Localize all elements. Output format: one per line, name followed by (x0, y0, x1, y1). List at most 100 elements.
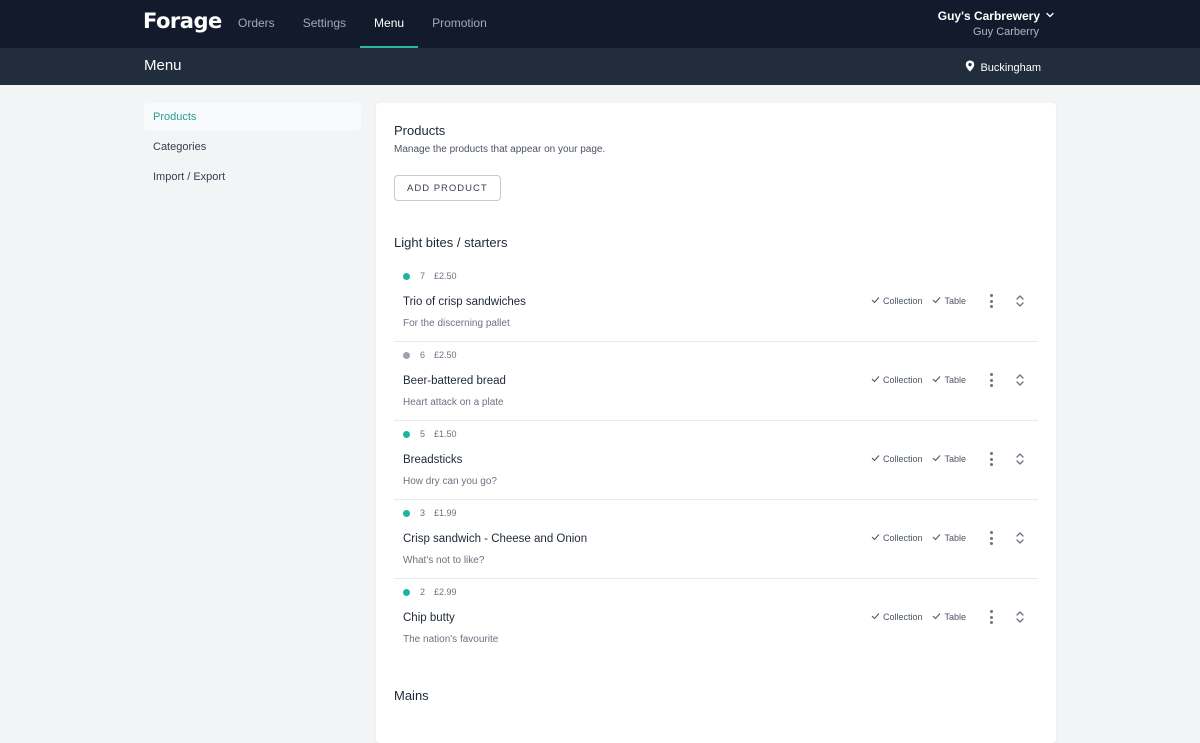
product-row[interactable]: 5 £1.50 Breadsticks How dry can you go? … (394, 421, 1038, 500)
check-icon (871, 296, 880, 306)
tag-table: Table (932, 612, 966, 622)
product-meta: 6 £2.50 (403, 350, 457, 360)
check-icon (871, 612, 880, 622)
status-dot-icon (403, 509, 410, 517)
tag-table: Table (932, 296, 966, 306)
location-pin-icon (965, 60, 975, 75)
more-options-icon[interactable] (984, 293, 998, 309)
reorder-handle-icon[interactable] (1012, 372, 1028, 388)
product-tags: Collection Table (871, 454, 966, 464)
tag-table: Table (932, 454, 966, 464)
more-options-icon[interactable] (984, 609, 998, 625)
product-tags: Collection Table (871, 296, 966, 306)
location-selector[interactable]: Buckingham (965, 60, 1041, 75)
product-tags: Collection Table (871, 612, 966, 622)
product-count: 5 (420, 429, 426, 439)
chevron-down-icon (1045, 9, 1055, 23)
product-row[interactable]: 6 £2.50 Beer-battered bread Heart attack… (394, 342, 1038, 421)
product-name: Breadsticks (403, 454, 463, 466)
more-options-icon[interactable] (984, 372, 998, 388)
tag-collection: Collection (871, 533, 923, 543)
check-icon (932, 612, 941, 622)
nav-promotion[interactable]: Promotion (418, 0, 501, 48)
product-count: 6 (420, 350, 426, 360)
tag-label: Table (944, 296, 966, 306)
product-description: For the discerning pallet (403, 318, 510, 329)
tag-collection: Collection (871, 375, 923, 385)
product-meta: 2 £2.99 (403, 587, 457, 597)
product-tags: Collection Table (871, 375, 966, 385)
product-price: £2.50 (434, 271, 457, 281)
sidebar: Products Categories Import / Export (144, 103, 361, 193)
nav-settings[interactable]: Settings (289, 0, 360, 48)
product-count: 3 (420, 508, 426, 518)
check-icon (871, 454, 880, 464)
product-meta: 5 £1.50 (403, 429, 457, 439)
tag-collection: Collection (871, 296, 923, 306)
status-dot-icon (403, 430, 410, 438)
top-navbar: Forage Orders Settings Menu Promotion Gu… (0, 0, 1200, 48)
products-title: Products (394, 123, 446, 138)
product-name: Beer-battered bread (403, 375, 506, 387)
product-name: Trio of crisp sandwiches (403, 296, 526, 308)
check-icon (932, 533, 941, 543)
products-subtitle: Manage the products that appear on your … (394, 144, 606, 155)
product-tags: Collection Table (871, 533, 966, 543)
tag-label: Collection (882, 375, 923, 385)
sidebar-item-categories[interactable]: Categories (144, 133, 361, 161)
nav-orders[interactable]: Orders (224, 0, 289, 48)
account-switcher[interactable]: Guy's Carbrewery Guy Carberry (938, 9, 1055, 38)
product-name: Crisp sandwich - Cheese and Onion (403, 533, 588, 545)
main-nav: Orders Settings Menu Promotion (224, 0, 501, 48)
product-meta: 3 £1.99 (403, 508, 457, 518)
product-description: How dry can you go? (403, 476, 497, 487)
product-list: 7 £2.50 Trio of crisp sandwiches For the… (394, 263, 1038, 658)
product-description: What's not to like? (403, 555, 485, 566)
tag-label: Collection (882, 533, 923, 543)
tag-label: Collection (882, 612, 923, 622)
check-icon (932, 454, 941, 464)
reorder-handle-icon[interactable] (1012, 293, 1028, 309)
product-meta: 7 £2.50 (403, 271, 457, 281)
products-card: Products Manage the products that appear… (376, 103, 1056, 743)
product-price: £1.99 (434, 508, 457, 518)
check-icon (932, 296, 941, 306)
account-business-row[interactable]: Guy's Carbrewery (938, 9, 1055, 23)
reorder-handle-icon[interactable] (1012, 530, 1028, 546)
check-icon (932, 375, 941, 385)
sidebar-item-import-export[interactable]: Import / Export (144, 163, 361, 191)
more-options-icon[interactable] (984, 451, 998, 467)
product-name: Chip butty (403, 612, 455, 624)
product-row[interactable]: 2 £2.99 Chip butty The nation's favourit… (394, 579, 1038, 658)
check-icon (871, 533, 880, 543)
tag-label: Collection (882, 296, 923, 306)
tag-label: Table (944, 612, 966, 622)
tag-table: Table (932, 533, 966, 543)
page-header: Menu Buckingham (0, 48, 1200, 85)
product-price: £2.50 (434, 350, 457, 360)
account-user-name: Guy Carberry (972, 26, 1039, 38)
more-options-icon[interactable] (984, 530, 998, 546)
product-count: 7 (420, 271, 426, 281)
product-description: The nation's favourite (403, 634, 499, 645)
add-product-button[interactable]: ADD PRODUCT (394, 175, 501, 201)
tag-table: Table (932, 375, 966, 385)
product-description: Heart attack on a plate (403, 397, 504, 408)
tag-label: Table (944, 533, 966, 543)
tag-label: Table (944, 454, 966, 464)
tag-label: Collection (882, 454, 923, 464)
reorder-handle-icon[interactable] (1012, 609, 1028, 625)
check-icon (871, 375, 880, 385)
nav-menu[interactable]: Menu (360, 0, 419, 48)
product-price: £2.99 (434, 587, 457, 597)
reorder-handle-icon[interactable] (1012, 451, 1028, 467)
forage-logo[interactable]: Forage (143, 9, 222, 33)
product-row[interactable]: 7 £2.50 Trio of crisp sandwiches For the… (394, 263, 1038, 342)
section-title-light-bites: Light bites / starters (394, 235, 508, 250)
page-title: Menu (144, 57, 182, 74)
status-dot-icon (403, 351, 410, 359)
account-business-name: Guy's Carbrewery (937, 9, 1040, 23)
sidebar-item-products[interactable]: Products (144, 103, 361, 131)
product-count: 2 (420, 587, 426, 597)
product-row[interactable]: 3 £1.99 Crisp sandwich - Cheese and Onio… (394, 500, 1038, 579)
